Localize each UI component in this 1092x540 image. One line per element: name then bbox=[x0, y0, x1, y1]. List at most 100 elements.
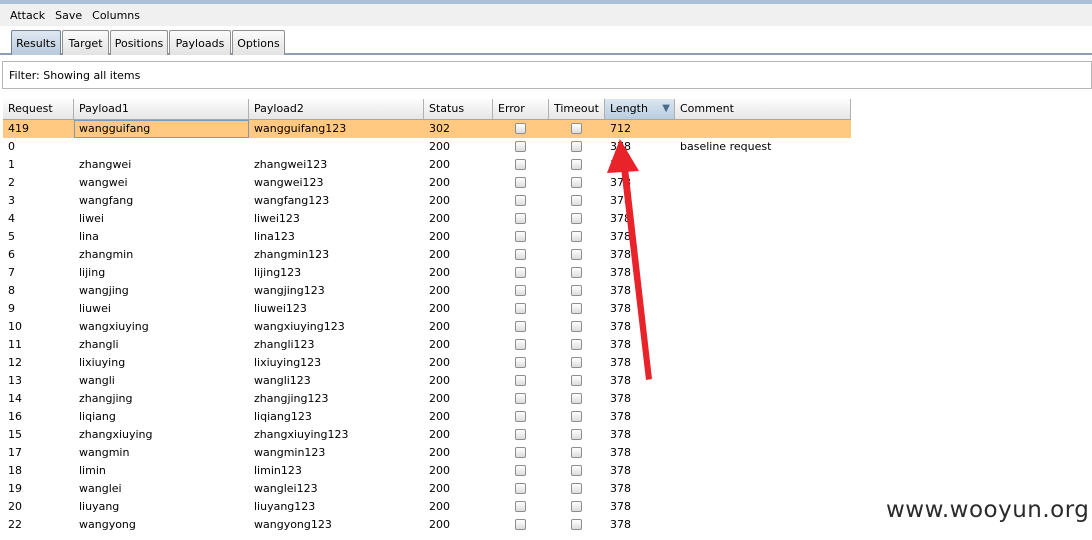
timeout-checkbox[interactable] bbox=[571, 357, 582, 368]
table-row[interactable]: 15 zhangxiuying zhangxiuying123 200 378 bbox=[3, 426, 851, 444]
table-row[interactable]: 17 wangmin wangmin123 200 378 bbox=[3, 444, 851, 462]
timeout-checkbox[interactable] bbox=[571, 483, 582, 494]
error-checkbox[interactable] bbox=[515, 213, 526, 224]
error-checkbox[interactable] bbox=[515, 303, 526, 314]
timeout-checkbox[interactable] bbox=[571, 231, 582, 242]
menu-save[interactable]: Save bbox=[50, 9, 87, 22]
table-row[interactable]: 16 liqiang liqiang123 200 378 bbox=[3, 408, 851, 426]
timeout-checkbox[interactable] bbox=[571, 429, 582, 440]
error-checkbox[interactable] bbox=[515, 483, 526, 494]
timeout-checkbox[interactable] bbox=[571, 177, 582, 188]
column-header-request[interactable]: Request bbox=[3, 99, 74, 119]
column-header-length[interactable]: Length ▼ bbox=[605, 99, 675, 119]
table-row[interactable]: 9 liuwei liuwei123 200 378 bbox=[3, 300, 851, 318]
error-checkbox[interactable] bbox=[515, 375, 526, 386]
table-row[interactable]: 18 limin limin123 200 378 bbox=[3, 462, 851, 480]
error-checkbox[interactable] bbox=[515, 393, 526, 404]
error-checkbox[interactable] bbox=[515, 339, 526, 350]
tab-positions[interactable]: Positions bbox=[110, 30, 168, 55]
timeout-checkbox[interactable] bbox=[571, 267, 582, 278]
timeout-checkbox[interactable] bbox=[571, 393, 582, 404]
timeout-checkbox[interactable] bbox=[571, 285, 582, 296]
table-row[interactable]: 11 zhangli zhangli123 200 378 bbox=[3, 336, 851, 354]
timeout-checkbox[interactable] bbox=[571, 339, 582, 350]
column-header-payload1[interactable]: Payload1 bbox=[74, 99, 249, 119]
column-header-timeout[interactable]: Timeout bbox=[549, 99, 605, 119]
cell-payload2: wangwei123 bbox=[254, 176, 324, 189]
error-checkbox[interactable] bbox=[515, 177, 526, 188]
error-checkbox[interactable] bbox=[515, 357, 526, 368]
error-checkbox[interactable] bbox=[515, 429, 526, 440]
table-row[interactable]: 22 wangyong wangyong123 200 378 bbox=[3, 516, 851, 534]
table-row[interactable]: 7 lijing lijing123 200 378 bbox=[3, 264, 851, 282]
timeout-checkbox[interactable] bbox=[571, 159, 582, 170]
timeout-checkbox[interactable] bbox=[571, 447, 582, 458]
error-checkbox[interactable] bbox=[515, 285, 526, 296]
error-checkbox[interactable] bbox=[515, 411, 526, 422]
table-row[interactable]: 10 wangxiuying wangxiuying123 200 378 bbox=[3, 318, 851, 336]
error-checkbox[interactable] bbox=[515, 195, 526, 206]
tab-results[interactable]: Results bbox=[11, 30, 61, 55]
results-table: Request Payload1 Payload2 Status Error T… bbox=[3, 99, 851, 540]
table-row[interactable]: 3 wangfang wangfang123 200 378 bbox=[3, 192, 851, 210]
timeout-checkbox[interactable] bbox=[571, 195, 582, 206]
table-row[interactable]: 6 zhangmin zhangmin123 200 378 bbox=[3, 246, 851, 264]
timeout-checkbox[interactable] bbox=[571, 321, 582, 332]
error-checkbox[interactable] bbox=[515, 231, 526, 242]
column-header-error[interactable]: Error bbox=[493, 99, 549, 119]
error-checkbox[interactable] bbox=[515, 447, 526, 458]
cell-comment bbox=[675, 372, 851, 390]
table-row[interactable]: 419 wangguifang wangguifang123 302 712 bbox=[3, 120, 851, 138]
watermark: www.wooyun.org bbox=[886, 497, 1090, 523]
error-checkbox[interactable] bbox=[515, 141, 526, 152]
error-checkbox[interactable] bbox=[515, 267, 526, 278]
table-row[interactable]: 14 zhangjing zhangjing123 200 378 bbox=[3, 390, 851, 408]
cell-length: 378 bbox=[610, 266, 631, 279]
cell-comment bbox=[675, 264, 851, 282]
cell-payload1: wangmin bbox=[79, 446, 130, 459]
table-row[interactable]: 2 wangwei wangwei123 200 378 bbox=[3, 174, 851, 192]
timeout-checkbox[interactable] bbox=[571, 123, 582, 134]
error-checkbox[interactable] bbox=[515, 159, 526, 170]
timeout-checkbox[interactable] bbox=[571, 411, 582, 422]
error-checkbox[interactable] bbox=[515, 321, 526, 332]
column-header-comment[interactable]: Comment bbox=[675, 99, 851, 119]
cell-comment bbox=[675, 120, 851, 138]
table-row[interactable]: 5 lina lina123 200 378 bbox=[3, 228, 851, 246]
timeout-checkbox[interactable] bbox=[571, 213, 582, 224]
tab-payloads[interactable]: Payloads bbox=[169, 30, 231, 55]
timeout-checkbox[interactable] bbox=[571, 519, 582, 530]
tab-options[interactable]: Options bbox=[232, 30, 285, 55]
error-checkbox[interactable] bbox=[515, 123, 526, 134]
table-row[interactable]: 1 zhangwei zhangwei123 200 378 bbox=[3, 156, 851, 174]
table-row[interactable]: 19 wanglei wanglei123 200 378 bbox=[3, 480, 851, 498]
cell-length: 378 bbox=[610, 248, 631, 261]
column-header-payload2[interactable]: Payload2 bbox=[249, 99, 424, 119]
filter-bar[interactable]: Filter: Showing all items bbox=[2, 61, 1092, 89]
timeout-checkbox[interactable] bbox=[571, 303, 582, 314]
menu-attack[interactable]: Attack bbox=[5, 9, 50, 22]
error-checkbox[interactable] bbox=[515, 465, 526, 476]
cell-request: 16 bbox=[8, 410, 22, 423]
table-row[interactable]: 12 lixiuying lixiuying123 200 378 bbox=[3, 354, 851, 372]
cell-length: 378 bbox=[610, 320, 631, 333]
error-checkbox[interactable] bbox=[515, 249, 526, 260]
table-row[interactable]: 4 liwei liwei123 200 378 bbox=[3, 210, 851, 228]
tab-target[interactable]: Target bbox=[62, 30, 109, 55]
timeout-checkbox[interactable] bbox=[571, 141, 582, 152]
table-row[interactable]: 8 wangjing wangjing123 200 378 bbox=[3, 282, 851, 300]
error-checkbox[interactable] bbox=[515, 501, 526, 512]
timeout-checkbox[interactable] bbox=[571, 465, 582, 476]
timeout-checkbox[interactable] bbox=[571, 249, 582, 260]
cell-comment bbox=[675, 426, 851, 444]
table-row[interactable]: 20 liuyang liuyang123 200 378 bbox=[3, 498, 851, 516]
table-row[interactable]: 0 200 378 baseline request bbox=[3, 138, 851, 156]
column-header-status[interactable]: Status bbox=[424, 99, 493, 119]
timeout-checkbox[interactable] bbox=[571, 501, 582, 512]
table-row[interactable]: 13 wangli wangli123 200 378 bbox=[3, 372, 851, 390]
cell-request: 20 bbox=[8, 500, 22, 513]
error-checkbox[interactable] bbox=[515, 519, 526, 530]
cell-comment bbox=[675, 300, 851, 318]
menu-columns[interactable]: Columns bbox=[87, 9, 145, 22]
timeout-checkbox[interactable] bbox=[571, 375, 582, 386]
